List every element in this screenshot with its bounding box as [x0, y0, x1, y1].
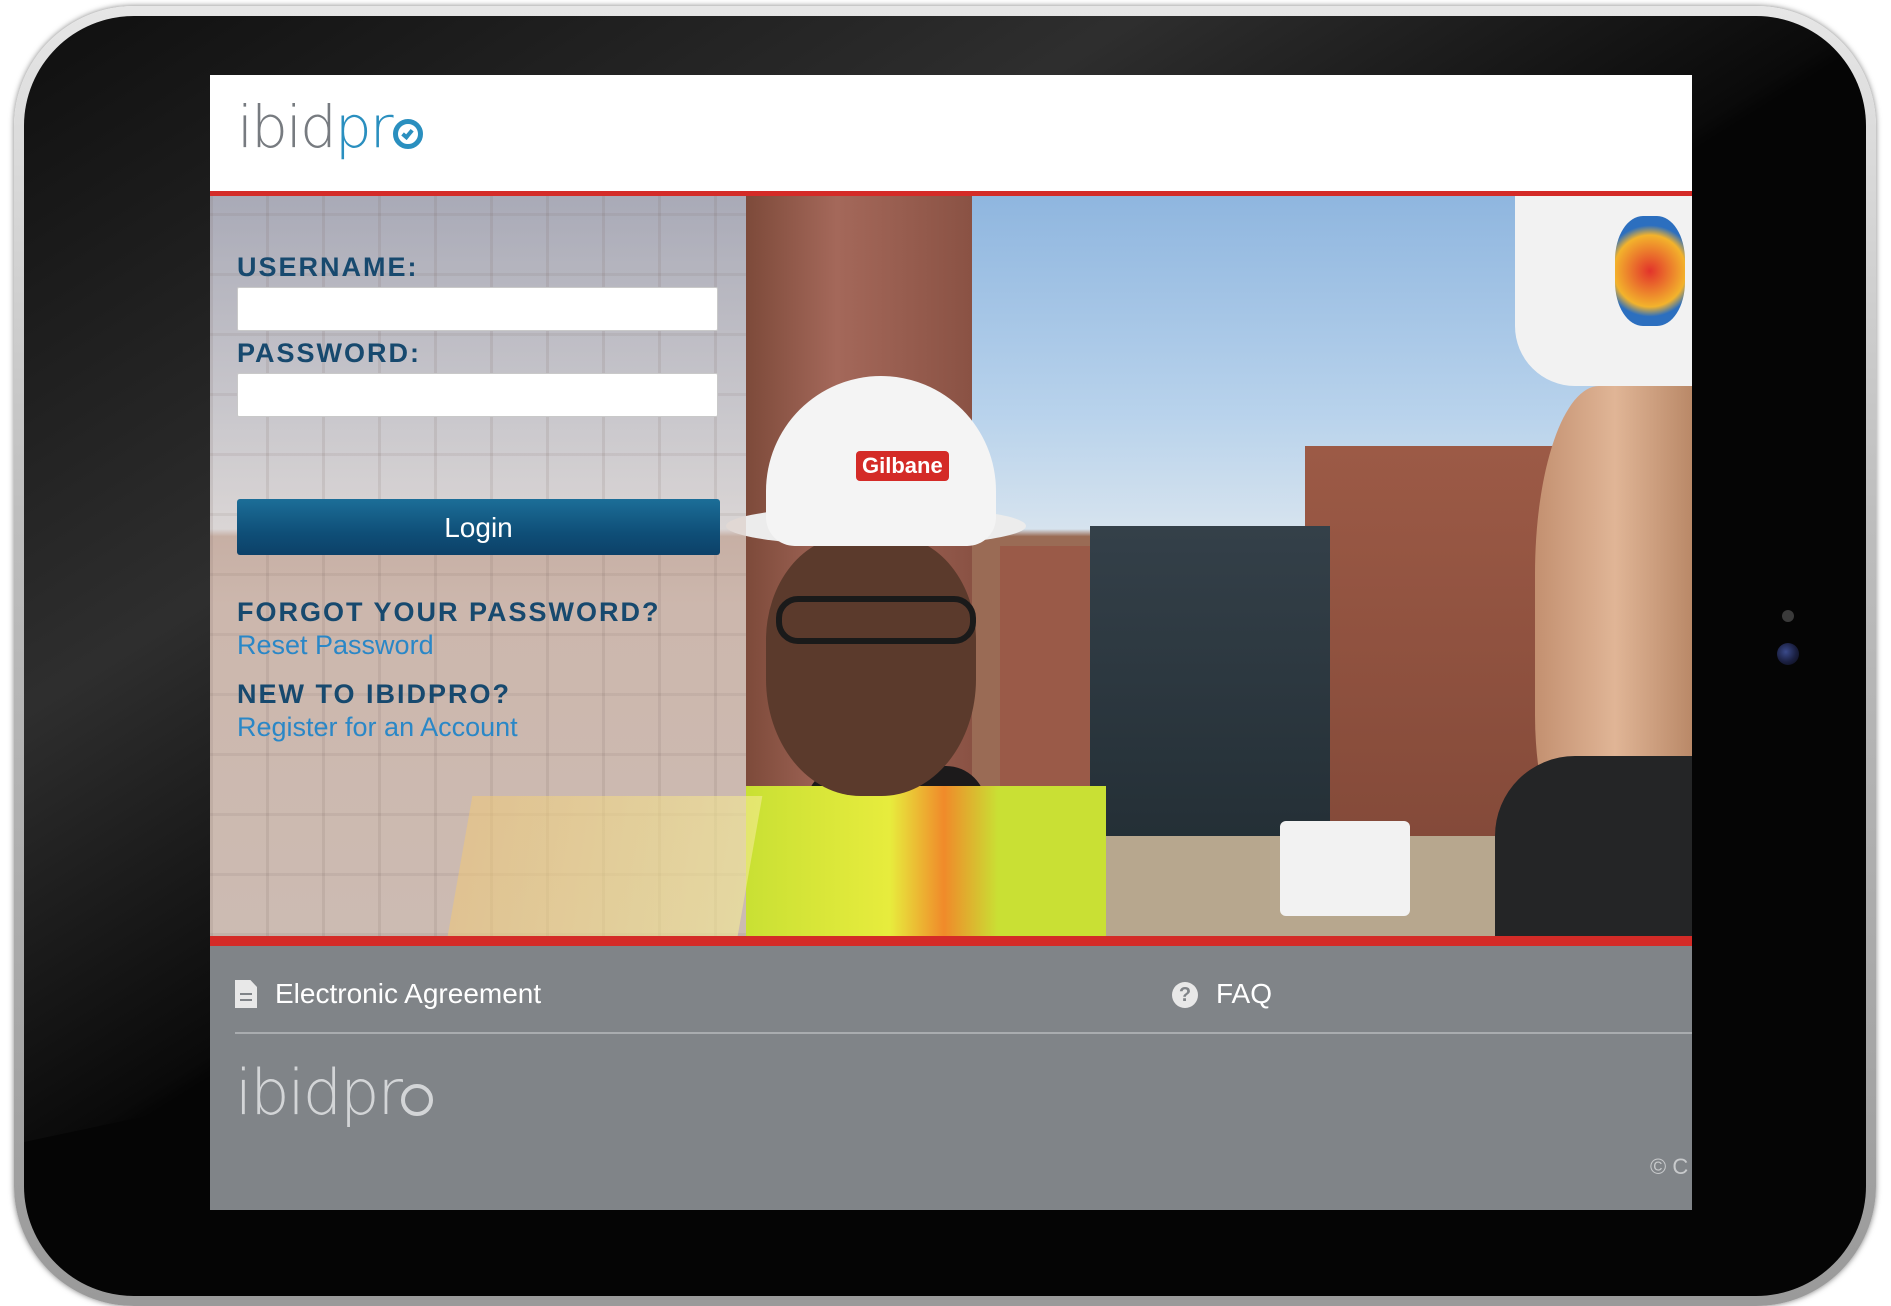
- electronic-agreement-link[interactable]: Electronic Agreement: [275, 978, 541, 1010]
- register-link[interactable]: Register for an Account: [237, 712, 518, 743]
- question-circle-icon: ?: [1172, 982, 1198, 1008]
- hardhat-logo: Gilbane: [856, 451, 949, 481]
- hardhat-badge-image: [1615, 216, 1685, 326]
- footer-divider: [210, 936, 1692, 946]
- password-input[interactable]: [237, 373, 718, 417]
- username-input[interactable]: [237, 287, 718, 331]
- reset-password-link[interactable]: Reset Password: [237, 630, 434, 661]
- hero-section: Gilbane USERNAME: PASSWORD: Login FORGOT…: [210, 196, 1692, 936]
- header: ibidpr: [210, 75, 1692, 191]
- login-button[interactable]: Login: [237, 499, 720, 555]
- faq-link[interactable]: FAQ: [1216, 978, 1272, 1010]
- camera-icon: [1777, 643, 1799, 665]
- new-user-heading: NEW TO IBIDPRO?: [237, 679, 512, 709]
- worker-image: Gilbane: [726, 376, 1106, 936]
- copyright-text: © C: [1650, 1154, 1689, 1179]
- forgot-password-heading: FORGOT YOUR PASSWORD?: [237, 597, 661, 627]
- sensor-dot: [1782, 610, 1794, 622]
- truck-image: [1280, 821, 1410, 916]
- app-screen: ibidpr Gilbane USERNAME: PASSWORD: Login…: [210, 75, 1692, 1210]
- document-icon: [235, 980, 257, 1008]
- ibidpro-logo[interactable]: ibidpr: [237, 93, 423, 161]
- footer-rule: [235, 1032, 1692, 1034]
- password-label: PASSWORD:: [237, 338, 421, 368]
- login-panel: USERNAME: PASSWORD: Login FORGOT YOUR PA…: [210, 196, 763, 936]
- logo-check-icon: [392, 119, 423, 149]
- footer: Electronic Agreement ? FAQ ibidpr © C: [210, 946, 1692, 1210]
- footer-logo: ibidpr: [235, 1056, 434, 1129]
- worker-image-right: [1475, 196, 1692, 936]
- footer-logo-check-icon: [401, 1084, 434, 1116]
- username-label: USERNAME:: [237, 252, 419, 282]
